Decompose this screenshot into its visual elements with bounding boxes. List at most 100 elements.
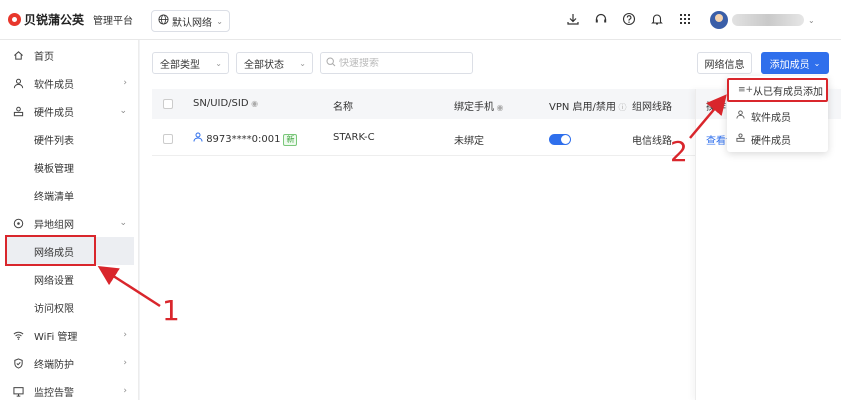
sidebar-item-label: 硬件列表 (34, 135, 74, 147)
brand-subtitle: 管理平台 (93, 16, 134, 27)
chevron-right-icon: › (123, 330, 127, 340)
list-add-icon: ≡+ (738, 85, 754, 95)
wifi-icon (12, 329, 24, 341)
sidebar-item-label: 网络设置 (34, 275, 74, 287)
column-header-sn: SN/UID/SID ◉ (193, 98, 259, 109)
sidebar-item-label: 监控告警 (34, 387, 74, 399)
add-existing-member-label: 从已有成员添加 (753, 86, 823, 98)
top-bar: 贝锐蒲公英 管理平台 默认网络 ⌄ ⌄ (0, 0, 841, 40)
software-member-label: 软件成员 (751, 112, 791, 124)
chevron-down-icon: ⌄ (119, 218, 127, 228)
chevron-down-icon: ⌄ (808, 15, 815, 25)
chevron-down-icon: ⌄ (299, 58, 306, 68)
column-header-phone: 绑定手机 ◉ (454, 102, 504, 113)
sidebar-item-label: 首页 (34, 51, 54, 63)
add-member-button[interactable]: 添加成员 ⌄ (761, 52, 829, 74)
hardware-member-option[interactable]: 硬件成员 (727, 127, 828, 151)
username-blurred (732, 14, 804, 26)
sidebar-item-label: 终端清单 (34, 191, 74, 203)
sidebar-item-label: 网络成员 (34, 247, 74, 259)
sidebar-item-label: 模板管理 (34, 163, 74, 175)
sidebar-item-label: 访问权限 (34, 303, 74, 315)
user-menu[interactable]: ⌄ (710, 11, 815, 29)
sidebar-item-11[interactable]: 终端防护 › (0, 349, 139, 377)
network-select[interactable]: 默认网络 ⌄ (151, 10, 230, 32)
network-icon (12, 217, 24, 229)
help-icon[interactable] (622, 12, 636, 26)
row-checkbox[interactable] (163, 134, 173, 144)
apps-icon[interactable] (678, 12, 692, 26)
home-icon (12, 49, 24, 61)
vpn-toggle[interactable] (549, 134, 571, 145)
table-row[interactable]: 8973****0:001 新 STARK-C 未绑定 电信线路 (152, 122, 712, 156)
sidebar-item-label: WiFi 管理 (34, 331, 78, 343)
sidebar-item-5[interactable]: 终端清单 (0, 181, 139, 209)
network-info-button[interactable]: 网络信息 (697, 52, 752, 74)
sidebar-item-6[interactable]: 异地组网 ⌄ (0, 209, 139, 237)
column-header-name: 名称 (333, 102, 353, 113)
add-member-dropdown: ≡+ 从已有成员添加 软件成员 硬件成员 (727, 76, 828, 152)
hardware-user-icon (736, 133, 745, 145)
add-member-label: 添加成员 (769, 59, 810, 71)
chevron-right-icon: › (123, 358, 127, 368)
sidebar-item-label: 异地组网 (34, 219, 74, 231)
search-box[interactable] (320, 52, 473, 74)
new-badge: 新 (283, 134, 298, 146)
status-filter-value: 全部状态 (244, 59, 284, 71)
chevron-down-icon: ⌄ (813, 58, 821, 68)
column-header-route: 组网线路 (632, 102, 672, 113)
type-filter-value: 全部类型 (160, 59, 200, 71)
cell-sn: 8973****0:001 新 (193, 132, 298, 146)
sidebar-item-12[interactable]: 监控告警 › (0, 377, 139, 400)
sidebar-item-3[interactable]: 硬件列表 (0, 125, 139, 153)
sidebar-item-7[interactable]: 网络成员 (5, 237, 134, 265)
type-filter-select[interactable]: 全部类型 ⌄ (152, 52, 229, 74)
sidebar-item-10[interactable]: WiFi 管理 › (0, 321, 139, 349)
hardware-member-label: 硬件成员 (751, 135, 791, 147)
chevron-right-icon: › (123, 386, 127, 396)
cell-route: 电信线路 (632, 136, 672, 147)
shield-icon (12, 357, 24, 369)
sidebar: 首页软件成员 › 硬件成员 ⌄ 硬件列表模板管理终端清单异地组网 ⌄ 网络成员网络设置访问权… (0, 40, 139, 400)
chevron-right-icon: › (123, 78, 127, 88)
cell-phone: 未绑定 (454, 136, 484, 147)
chevron-down-icon: ⌄ (216, 16, 223, 26)
column-header-vpn: VPN 启用/禁用 ⓘ (549, 102, 627, 113)
bell-icon[interactable] (650, 12, 664, 26)
sidebar-item-9[interactable]: 访问权限 (0, 293, 139, 321)
table-header: SN/UID/SID ◉ 名称 绑定手机 ◉ VPN 启用/禁用 ⓘ 组网线路 (152, 89, 712, 119)
eye-icon[interactable]: ◉ (494, 103, 504, 112)
brand-name: 贝锐蒲公英 (24, 13, 85, 27)
support-icon[interactable] (594, 12, 608, 26)
sidebar-item-2[interactable]: 硬件成员 ⌄ (0, 97, 139, 125)
sidebar-item-8[interactable]: 网络设置 (0, 265, 139, 293)
software-member-option[interactable]: 软件成员 (727, 104, 828, 128)
sidebar-item-4[interactable]: 模板管理 (0, 153, 139, 181)
eye-icon[interactable]: ◉ (249, 99, 258, 108)
monitor-icon (12, 385, 24, 397)
search-input[interactable] (339, 57, 459, 69)
add-existing-member-option[interactable]: ≡+ 从已有成员添加 (727, 78, 828, 102)
download-icon[interactable] (566, 12, 580, 26)
search-icon (326, 56, 336, 70)
user-icon (12, 77, 24, 89)
sidebar-item-label: 硬件成员 (34, 107, 74, 119)
network-select-value: 默认网络 (172, 17, 212, 29)
chevron-down-icon: ⌄ (215, 58, 222, 68)
hardware-user-icon (12, 105, 24, 117)
user-icon (193, 132, 206, 145)
sidebar-item-label: 软件成员 (34, 79, 74, 91)
column-header-action: 操作 (706, 102, 726, 113)
user-icon (736, 110, 745, 122)
chevron-down-icon: ⌄ (119, 106, 127, 116)
status-filter-select[interactable]: 全部状态 ⌄ (236, 52, 313, 74)
globe-icon (158, 14, 169, 28)
brand[interactable]: 贝锐蒲公英 管理平台 (8, 11, 133, 28)
sidebar-item-0[interactable]: 首页 (0, 41, 139, 69)
select-all-checkbox[interactable] (163, 99, 173, 109)
sidebar-item-1[interactable]: 软件成员 › (0, 69, 139, 97)
help-icon[interactable]: ⓘ (616, 103, 626, 112)
cell-name: STARK-C (333, 132, 375, 143)
sidebar-item-label: 终端防护 (34, 359, 74, 371)
sn-value: 8973****0:001 (206, 134, 281, 145)
